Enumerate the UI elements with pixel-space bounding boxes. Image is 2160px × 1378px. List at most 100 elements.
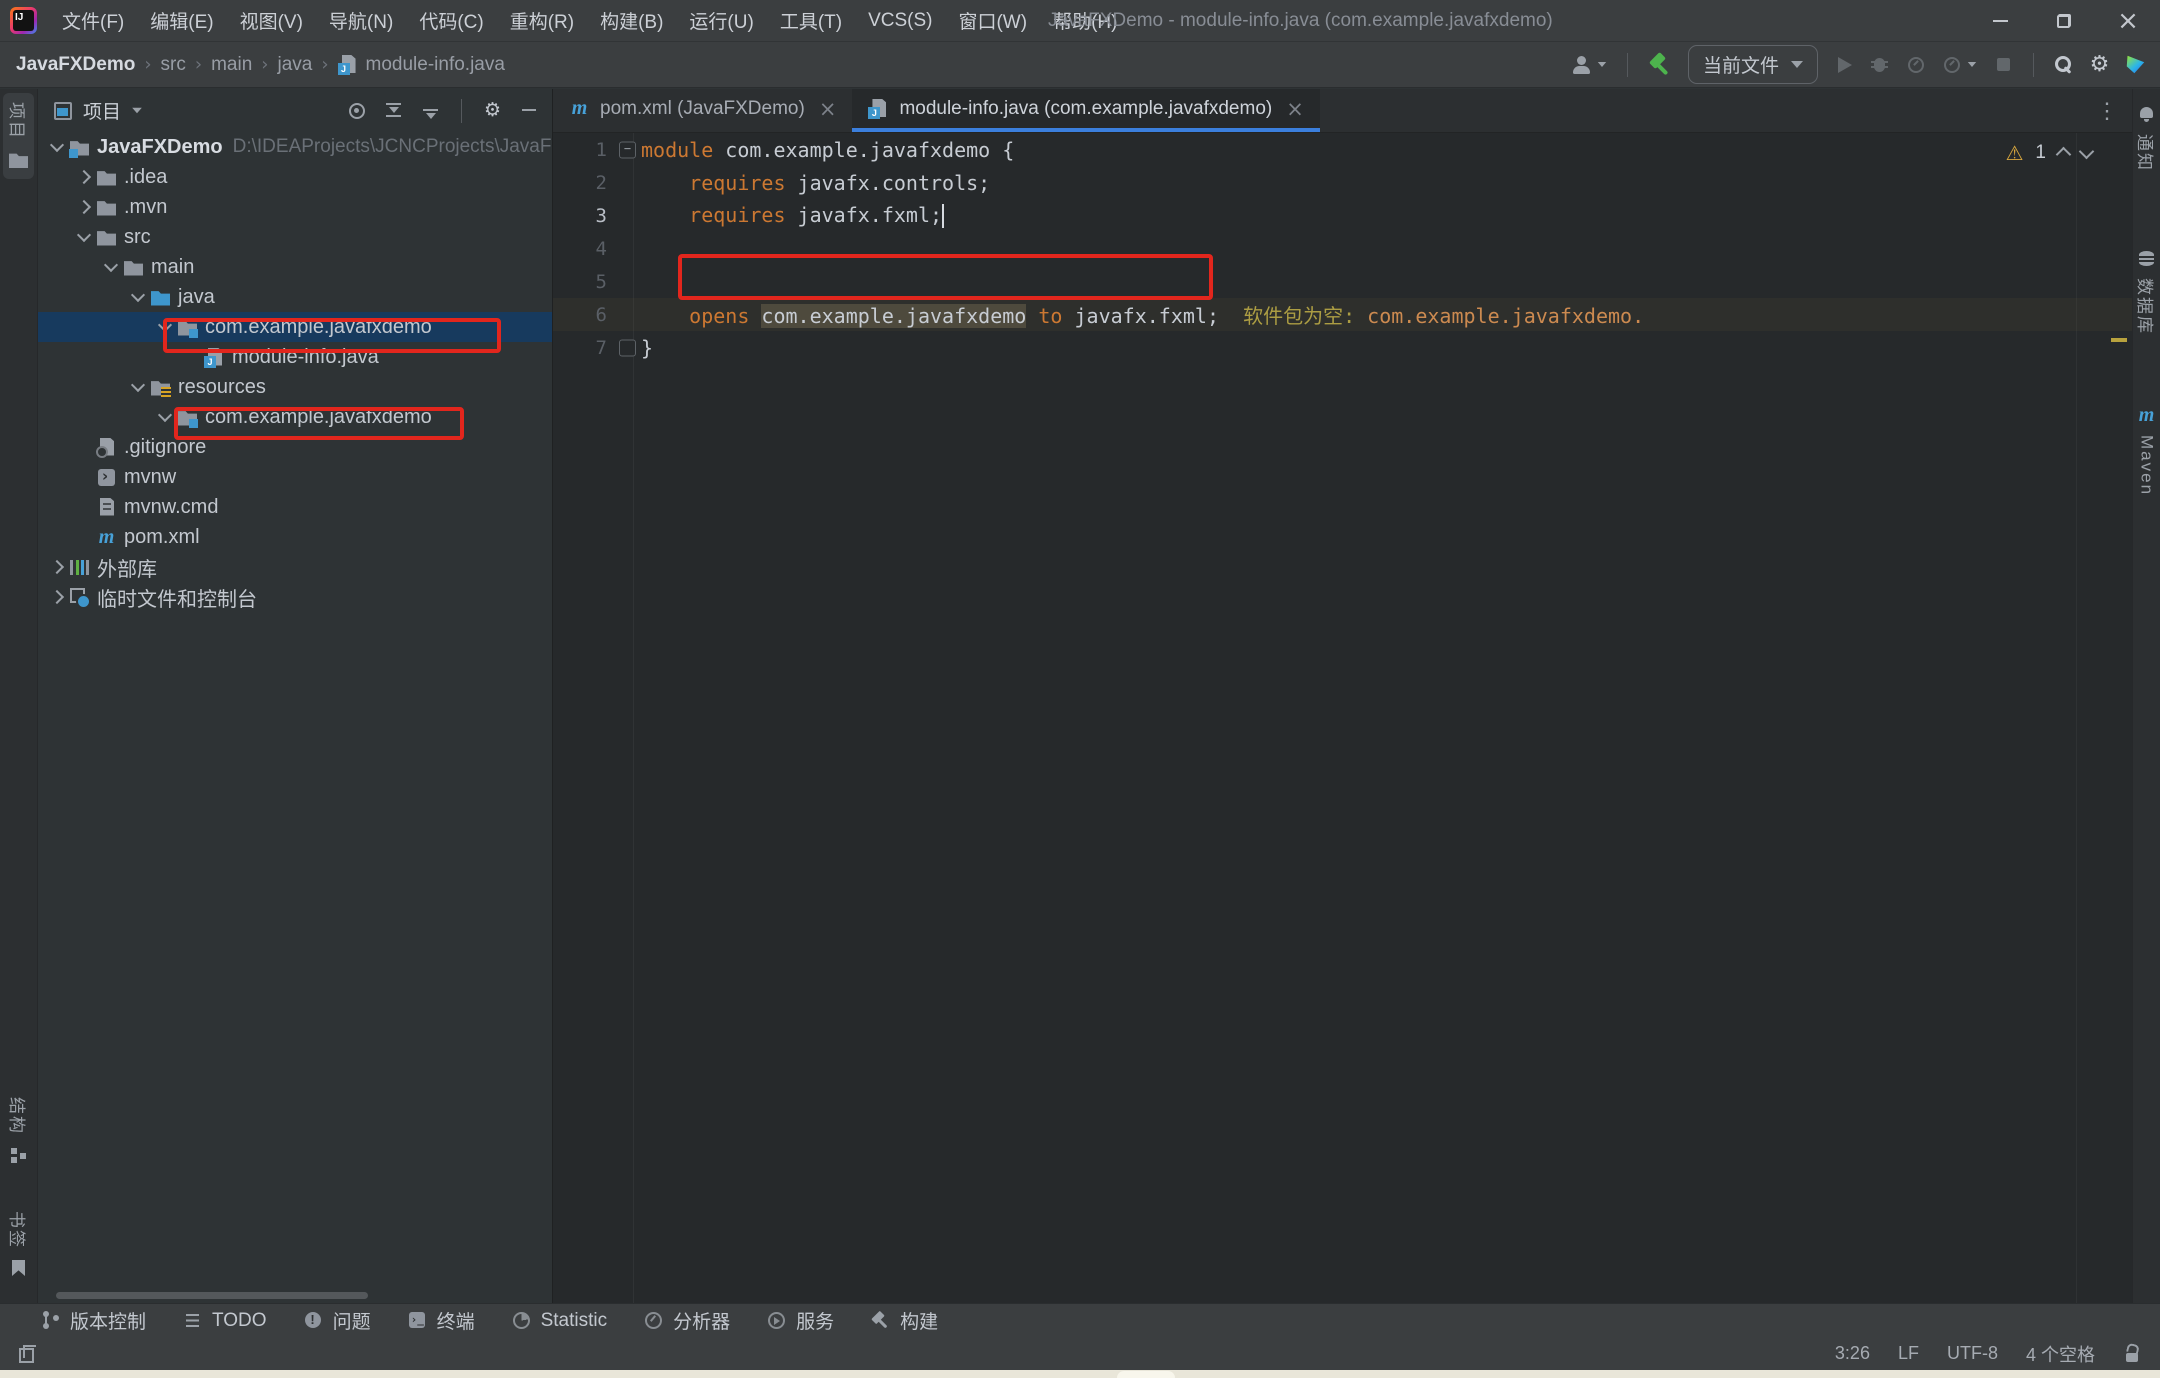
breadcrumb-item-0[interactable]: JavaFXDemo bbox=[16, 54, 135, 76]
previous-warning-button[interactable] bbox=[2056, 147, 2072, 163]
breadcrumb-item-3[interactable]: java bbox=[277, 54, 312, 76]
run-configuration-dropdown[interactable]: 当前文件 bbox=[1688, 45, 1818, 84]
menubar-item-4[interactable]: 代码(C) bbox=[406, 0, 496, 41]
tool-window-button-分析器[interactable]: 分析器 bbox=[625, 1304, 748, 1337]
code-line-3[interactable]: 3 requires javafx.fxml; bbox=[553, 199, 2132, 232]
chevron-down-icon[interactable] bbox=[132, 108, 142, 114]
tab-options-icon[interactable]: ⋮ bbox=[2082, 89, 2132, 132]
chevron-expanded-icon[interactable] bbox=[131, 378, 145, 392]
tool-stripe-button-Maven[interactable]: mMaven bbox=[2133, 396, 2160, 505]
code-editor[interactable]: ⚠ 1 1−module com.example.javafxdemo {2 r… bbox=[553, 133, 2132, 1304]
chevron-collapsed-icon[interactable] bbox=[50, 560, 64, 574]
breadcrumb-item-4[interactable]: module-info.java bbox=[338, 54, 505, 76]
menubar-item-10[interactable]: 窗口(W) bbox=[945, 0, 1040, 41]
indent-widget[interactable]: 4 个空格 bbox=[2026, 1341, 2095, 1367]
menubar-item-3[interactable]: 导航(N) bbox=[316, 0, 406, 41]
tree-item-resources[interactable]: resources bbox=[38, 372, 552, 402]
tool-window-button-构建[interactable]: 构建 bbox=[852, 1304, 956, 1337]
tool-stripe-button-项目[interactable]: 项目 bbox=[3, 93, 34, 179]
tree-item-JavaFXDemo[interactable]: JavaFXDemoD:\IDEAProjects\JCNCProjects\J… bbox=[38, 132, 552, 162]
tree-item-label: main bbox=[151, 256, 194, 279]
assistant-plugin-icon[interactable] bbox=[2125, 54, 2146, 75]
collapse-all-button[interactable] bbox=[420, 100, 441, 121]
menubar-item-8[interactable]: 工具(T) bbox=[767, 0, 855, 41]
debug-button[interactable] bbox=[1869, 54, 1890, 75]
breadcrumb-item-2[interactable]: main bbox=[211, 54, 252, 76]
select-opened-file-button[interactable] bbox=[346, 100, 367, 121]
menubar-item-9[interactable]: VCS(S) bbox=[855, 0, 945, 41]
tool-stripe-button-通知[interactable]: 通知 bbox=[2131, 95, 2160, 181]
horizontal-scrollbar[interactable] bbox=[56, 1292, 368, 1299]
tool-stripe-button-数据库[interactable]: 数据库 bbox=[2131, 239, 2160, 344]
project-panel-title[interactable]: 项目 bbox=[83, 97, 121, 124]
chevron-collapsed-icon[interactable] bbox=[77, 170, 91, 184]
tab-close-icon[interactable]: × bbox=[1286, 97, 1304, 121]
chevron-expanded-icon[interactable] bbox=[77, 228, 91, 242]
code-line-6[interactable]: 6 opens com.example.javafxdemo to javafx… bbox=[553, 298, 2132, 331]
tree-item-外部库[interactable]: 外部库 bbox=[38, 552, 552, 582]
user-menu-button[interactable] bbox=[1571, 54, 1608, 75]
tree-item-main[interactable]: main bbox=[38, 252, 552, 282]
menubar-item-2[interactable]: 视图(V) bbox=[227, 0, 316, 41]
line-separator-widget[interactable]: LF bbox=[1898, 1343, 1919, 1364]
close-button[interactable]: × bbox=[2096, 0, 2160, 41]
tool-window-button-Statistic[interactable]: Statistic bbox=[493, 1304, 626, 1337]
fold-marker-icon[interactable]: − bbox=[619, 141, 636, 158]
hide-panel-button[interactable] bbox=[519, 100, 540, 121]
menubar-item-1[interactable]: 编辑(E) bbox=[137, 0, 226, 41]
caret-position-widget[interactable]: 3:26 bbox=[1835, 1343, 1870, 1364]
menubar-item-5[interactable]: 重构(R) bbox=[497, 0, 587, 41]
run-button[interactable] bbox=[1833, 54, 1854, 75]
stop-button[interactable] bbox=[1993, 54, 2014, 75]
settings-button[interactable]: ⚙ bbox=[2089, 54, 2110, 75]
menubar-item-0[interactable]: 文件(F) bbox=[49, 0, 137, 41]
chevron-expanded-icon[interactable] bbox=[158, 408, 172, 422]
line-number: 3 bbox=[553, 205, 607, 227]
layout-icon[interactable] bbox=[16, 1343, 37, 1364]
tree-item-pom.xml[interactable]: mpom.xml bbox=[38, 522, 552, 552]
minimize-button[interactable] bbox=[1968, 0, 2032, 41]
tree-item-mvnw[interactable]: mvnw bbox=[38, 462, 552, 492]
tool-stripe-button-结构[interactable]: 结构 bbox=[3, 1088, 34, 1174]
tree-item-java[interactable]: java bbox=[38, 282, 552, 312]
expand-all-button[interactable] bbox=[383, 100, 404, 121]
build-project-button[interactable] bbox=[1647, 52, 1673, 78]
inspection-widget[interactable]: ⚠ 1 bbox=[2005, 141, 2092, 165]
error-stripe-warning-mark[interactable] bbox=[2111, 338, 2127, 342]
tree-item-.mvn[interactable]: .mvn bbox=[38, 192, 552, 222]
tool-stripe-button-书签[interactable]: 书签 bbox=[3, 1202, 34, 1288]
tool-window-button-终端[interactable]: 终端 bbox=[389, 1304, 493, 1337]
navigation-bar: JavaFXDemo›src›main›java›module-info.jav… bbox=[0, 42, 2160, 88]
tree-item-src[interactable]: src bbox=[38, 222, 552, 252]
tool-window-button-问题[interactable]: 问题 bbox=[285, 1304, 389, 1337]
code-line-7[interactable]: 7} bbox=[553, 331, 2132, 364]
search-everywhere-button[interactable] bbox=[2053, 54, 2074, 75]
next-warning-button[interactable] bbox=[2079, 144, 2095, 160]
editor-tab-0[interactable]: mpom.xml (JavaFXDemo)× bbox=[553, 89, 852, 132]
breadcrumb-item-1[interactable]: src bbox=[161, 54, 186, 76]
more-run-options-button[interactable] bbox=[1941, 54, 1978, 75]
tool-window-button-版本控制[interactable]: 版本控制 bbox=[22, 1304, 164, 1337]
profiler-button[interactable] bbox=[1905, 54, 1926, 75]
chevron-collapsed-icon[interactable] bbox=[50, 590, 64, 604]
chevron-collapsed-icon[interactable] bbox=[77, 200, 91, 214]
menubar-item-6[interactable]: 构建(B) bbox=[587, 0, 676, 41]
code-line-2[interactable]: 2 requires javafx.controls; bbox=[553, 166, 2132, 199]
chevron-expanded-icon[interactable] bbox=[131, 288, 145, 302]
encoding-widget[interactable]: UTF-8 bbox=[1947, 1343, 1998, 1364]
tree-item-mvnw.cmd[interactable]: mvnw.cmd bbox=[38, 492, 552, 522]
fold-marker-icon[interactable] bbox=[619, 339, 636, 356]
tree-item-临时文件和控制台[interactable]: 临时文件和控制台 bbox=[38, 582, 552, 612]
chevron-expanded-icon[interactable] bbox=[50, 138, 64, 152]
restore-button[interactable] bbox=[2032, 0, 2096, 41]
tab-close-icon[interactable]: × bbox=[819, 97, 837, 121]
code-line-1[interactable]: 1−module com.example.javafxdemo { bbox=[553, 133, 2132, 166]
panel-options-button[interactable]: ⚙ bbox=[482, 100, 503, 121]
menubar-item-7[interactable]: 运行(U) bbox=[676, 0, 766, 41]
chevron-expanded-icon[interactable] bbox=[104, 258, 118, 272]
editor-tab-1[interactable]: module-info.java (com.example.javafxdemo… bbox=[852, 89, 1319, 132]
tree-item-.idea[interactable]: .idea bbox=[38, 162, 552, 192]
tool-window-button-TODO[interactable]: TODO bbox=[164, 1304, 285, 1337]
title-bar: IJ 文件(F)编辑(E)视图(V)导航(N)代码(C)重构(R)构建(B)运行… bbox=[0, 0, 2160, 42]
tool-window-button-服务[interactable]: 服务 bbox=[748, 1304, 852, 1337]
